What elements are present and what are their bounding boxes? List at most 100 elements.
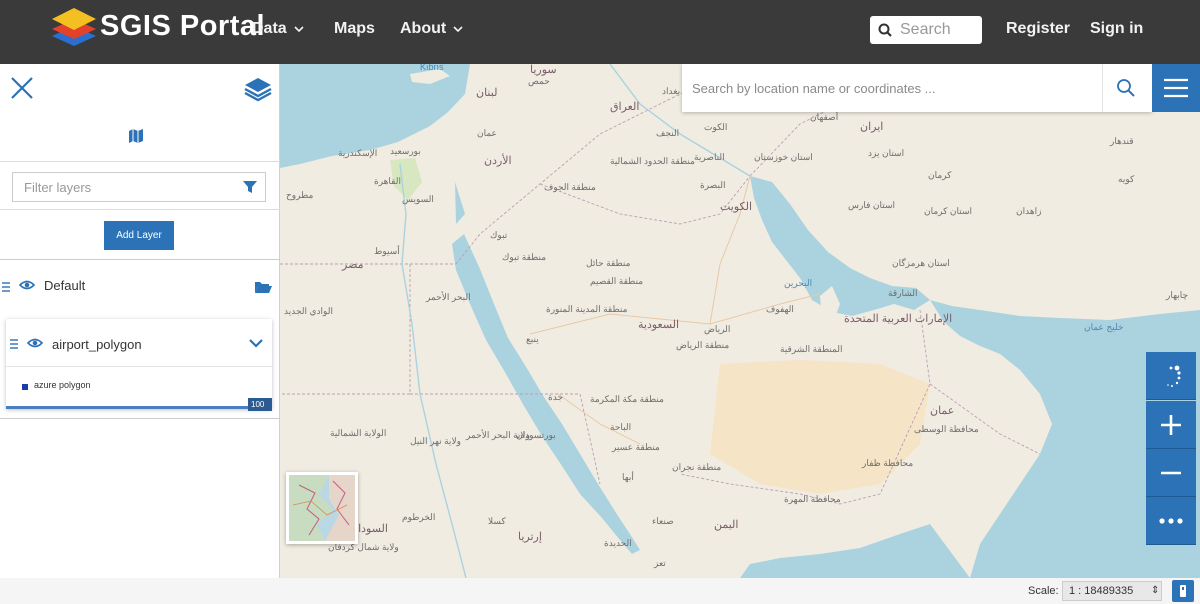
more-tools-button[interactable] bbox=[1146, 497, 1196, 545]
legend-label: azure polygon bbox=[34, 380, 91, 390]
map-label: النجف bbox=[656, 128, 680, 138]
map-label: منطقة حائل bbox=[586, 258, 631, 268]
nav-about-menu[interactable]: About bbox=[400, 20, 464, 38]
map-icon[interactable] bbox=[128, 128, 144, 144]
map-label: الهفوف bbox=[766, 304, 794, 314]
map-label: منطقة تبوك bbox=[502, 252, 547, 262]
map-label: بورسعيد bbox=[390, 146, 421, 156]
add-layer-row: Add Layer bbox=[0, 211, 280, 260]
eye-icon[interactable] bbox=[19, 279, 35, 291]
layer-card: airport_polygon azure polygon 100 % bbox=[6, 319, 272, 422]
add-layer-button[interactable]: Add Layer bbox=[104, 221, 174, 250]
chevron-down-icon[interactable] bbox=[248, 337, 264, 349]
map-label: جدة bbox=[548, 392, 564, 402]
map-label: محافظة ظفار bbox=[862, 458, 914, 468]
filter-icon[interactable] bbox=[243, 180, 257, 194]
map-label: السعودية bbox=[638, 319, 680, 331]
map-label: منطقة نجران bbox=[672, 462, 722, 472]
scale-select[interactable]: 1 : 18489335 ⇕ bbox=[1062, 581, 1162, 601]
layer-card-header[interactable]: airport_polygon bbox=[6, 319, 272, 367]
map-label: الإسكندرية bbox=[338, 148, 378, 158]
info-toggle-button[interactable] bbox=[1172, 580, 1194, 602]
location-search-input[interactable] bbox=[692, 78, 1092, 98]
map-label: زاهدان bbox=[1016, 206, 1042, 216]
search-icon[interactable] bbox=[1116, 78, 1136, 98]
map-label: Kıbrıs bbox=[420, 64, 444, 72]
nav-maps-link[interactable]: Maps bbox=[334, 20, 375, 38]
chevron-down-icon bbox=[294, 26, 304, 33]
layer-group-default[interactable]: Default bbox=[0, 268, 280, 304]
zoom-out-button[interactable] bbox=[1146, 449, 1196, 497]
nav-data-menu[interactable]: Data bbox=[252, 20, 305, 38]
select-arrows-icon: ⇕ bbox=[1151, 585, 1160, 596]
drag-handle-icon[interactable] bbox=[10, 339, 18, 349]
register-link[interactable]: Register bbox=[1006, 20, 1070, 38]
map-label: مطروح bbox=[286, 190, 314, 200]
map-label: تبوك bbox=[490, 230, 508, 240]
map-label: تعز bbox=[654, 558, 666, 568]
filter-layers-input[interactable] bbox=[12, 172, 266, 202]
layers-icon[interactable] bbox=[244, 76, 272, 102]
locate-icon bbox=[1167, 365, 1181, 387]
brand-title[interactable]: SGIS Portal bbox=[100, 10, 265, 43]
plus-icon bbox=[1161, 415, 1181, 435]
map-label: استان يزد bbox=[868, 148, 905, 158]
map-label: القاهرة bbox=[374, 176, 401, 186]
map-label: مصر bbox=[342, 259, 364, 271]
map-label: البحر الأحمر bbox=[426, 292, 471, 302]
opacity-slider[interactable] bbox=[6, 406, 272, 409]
legend-swatch bbox=[22, 384, 28, 390]
map-label: لبنان bbox=[476, 87, 498, 99]
basemap bbox=[280, 64, 1200, 578]
basemap-switcher[interactable] bbox=[286, 472, 358, 544]
map-label: استان كرمان bbox=[924, 206, 973, 216]
map-label: الشارقة bbox=[888, 288, 918, 298]
map-label: أصفهان bbox=[810, 112, 839, 122]
map-label: منطقة عسير bbox=[612, 442, 660, 452]
map-label: ينبع bbox=[526, 334, 539, 344]
map-label: محافظة الوسطى bbox=[914, 424, 979, 434]
map-label: ولاية البحر الأحمر bbox=[466, 430, 530, 440]
chevron-down-icon bbox=[453, 26, 463, 33]
more-icon bbox=[1159, 518, 1183, 524]
folder-open-icon[interactable] bbox=[254, 280, 272, 294]
map-label: منطقة مكة المكرمة bbox=[590, 394, 664, 404]
map-label: الباحة bbox=[610, 422, 632, 432]
map-label: بغداد bbox=[662, 86, 681, 96]
map-label: كسلا bbox=[488, 516, 506, 526]
drag-handle-icon[interactable] bbox=[2, 282, 10, 292]
search-divider bbox=[1102, 64, 1103, 112]
navbar-search-input[interactable] bbox=[900, 21, 978, 39]
sign-in-link[interactable]: Sign in bbox=[1090, 20, 1143, 38]
map-label: السويس bbox=[402, 194, 434, 204]
map-menu-button[interactable] bbox=[1152, 64, 1200, 112]
scale-label: Scale: bbox=[1028, 585, 1059, 597]
map-label: عمان bbox=[477, 128, 497, 138]
sgis-logo-icon[interactable] bbox=[50, 4, 98, 52]
map-label: سوريا bbox=[530, 64, 557, 76]
map-label: الحديدة bbox=[604, 538, 632, 548]
nav-maps-label: Maps bbox=[334, 20, 375, 37]
map-label: منطقة الرياض bbox=[676, 340, 730, 350]
opacity-value: 100 % bbox=[248, 398, 272, 422]
close-icon[interactable] bbox=[8, 74, 36, 102]
map-label: البحرين bbox=[784, 278, 813, 288]
locate-button[interactable] bbox=[1146, 352, 1196, 400]
map-label: كرمان bbox=[928, 170, 952, 180]
map-label: قندهار bbox=[1110, 136, 1134, 146]
map-label: محافظة المهرة bbox=[784, 494, 841, 504]
map-label: استان خوزستان bbox=[754, 152, 813, 162]
eye-icon[interactable] bbox=[27, 337, 43, 349]
layer-panel: Add Layer Default a bbox=[0, 64, 280, 578]
basemap-thumbnail bbox=[289, 475, 355, 541]
search-icon[interactable] bbox=[878, 23, 892, 37]
map-label: البصرة bbox=[700, 180, 726, 190]
map-label: الكوت bbox=[704, 122, 728, 132]
map-label: استان هرمزگان bbox=[892, 258, 950, 268]
map-label: الناصرية bbox=[694, 152, 725, 162]
map-canvas[interactable]: Kıbrıs سوريا حمص لبنان العراق بغداد الكو… bbox=[280, 64, 1200, 578]
zoom-in-button[interactable] bbox=[1146, 401, 1196, 449]
map-label: ولاية نهر النيل bbox=[410, 436, 461, 446]
map-label: اليمن bbox=[714, 519, 739, 531]
scale-value: 1 : 18489335 bbox=[1069, 585, 1134, 597]
